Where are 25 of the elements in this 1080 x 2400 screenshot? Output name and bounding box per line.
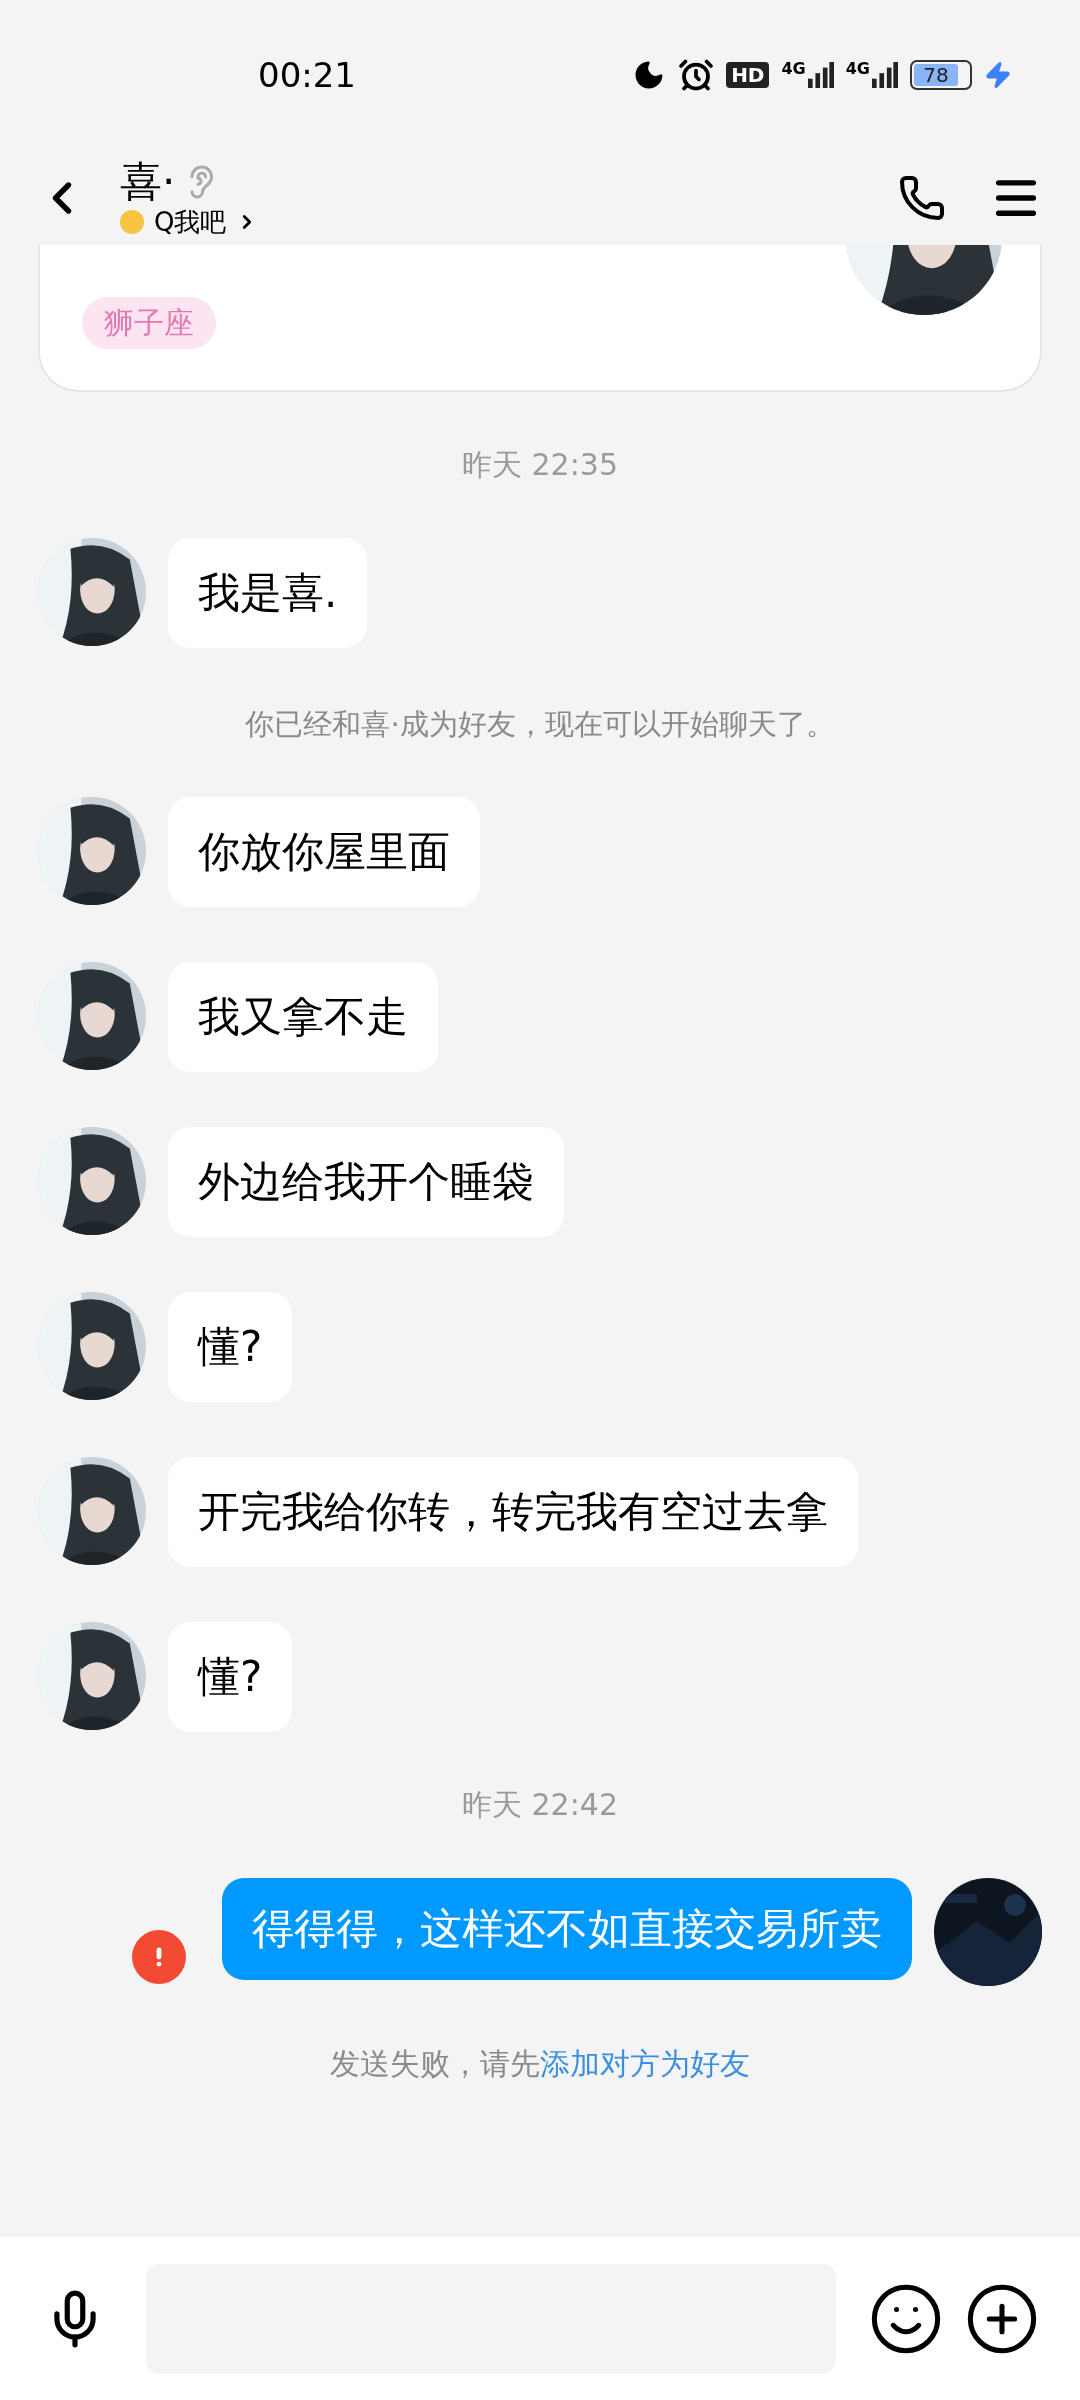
status-time: 00:21 bbox=[258, 53, 356, 97]
contact-status[interactable]: Q我吧 bbox=[154, 205, 227, 238]
message-bubble: 得得得，这样还不如直接交易所卖 bbox=[222, 1878, 912, 1980]
signal-icon bbox=[807, 61, 834, 89]
timestamp: 昨天 22:35 bbox=[462, 447, 618, 483]
message-bubble: 我又拿不走 bbox=[168, 962, 438, 1072]
hd-badge: HD bbox=[726, 62, 770, 88]
contact-name: 喜· bbox=[120, 157, 176, 206]
message-bubble: 开完我给你转，转完我有空过去拿 bbox=[168, 1457, 858, 1567]
error-icon[interactable] bbox=[132, 1930, 186, 1984]
message-bubble: 懂? bbox=[168, 1292, 293, 1402]
network-label: 4G bbox=[845, 61, 870, 77]
phone-icon[interactable] bbox=[898, 173, 946, 222]
send-failed-notice: 发送失败，请先添加对方为好友 bbox=[330, 2046, 750, 2082]
message-bubble: 你放你屋里面 bbox=[168, 797, 480, 907]
timestamp: 昨天 22:42 bbox=[462, 1787, 618, 1823]
message-bubble: 我是喜. bbox=[168, 538, 368, 648]
alarm-icon bbox=[678, 57, 715, 93]
message-bubble: 懂? bbox=[168, 1622, 293, 1732]
signal-icon bbox=[872, 61, 898, 89]
network-label: 4G bbox=[781, 61, 806, 77]
system-message: 你已经和喜·成为好友，现在可以开始聊天了。 bbox=[245, 706, 835, 742]
battery-level: 78 bbox=[914, 64, 958, 86]
zodiac-tag: 狮子座 bbox=[82, 297, 216, 349]
message-bubble: 外边给我开个睡袋 bbox=[168, 1127, 564, 1237]
